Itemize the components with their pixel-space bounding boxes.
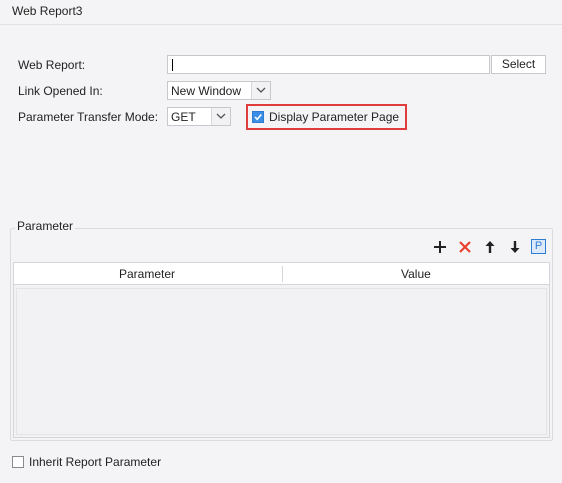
transfer-mode-label: Parameter Transfer Mode: <box>18 110 159 124</box>
web-report-dialog: Web Report3 Web Report: Select Link Open… <box>0 0 562 483</box>
add-icon[interactable] <box>432 239 448 255</box>
chevron-down-icon[interactable] <box>251 82 270 99</box>
inherit-param-checkbox[interactable] <box>12 456 24 468</box>
chevron-down-icon[interactable] <box>211 108 230 125</box>
display-param-highlight: Display Parameter Page <box>246 104 407 130</box>
link-opened-value: New Window <box>171 84 242 98</box>
window-title: Web Report3 <box>12 4 83 18</box>
web-report-label: Web Report: <box>18 58 86 72</box>
web-report-input[interactable] <box>167 55 490 74</box>
move-down-icon[interactable] <box>507 239 523 255</box>
check-icon <box>254 113 262 121</box>
link-opened-label: Link Opened In: <box>18 84 103 98</box>
column-divider[interactable] <box>282 266 283 282</box>
display-param-checkbox[interactable] <box>252 111 264 123</box>
delete-icon[interactable] <box>457 239 473 255</box>
parameter-icon[interactable]: P <box>531 239 546 254</box>
transfer-mode-combo[interactable]: GET <box>167 107 231 126</box>
parameter-table: Parameter Value <box>13 262 550 438</box>
inherit-param-label[interactable]: Inherit Report Parameter <box>29 455 161 469</box>
text-caret <box>172 59 173 71</box>
table-body[interactable] <box>16 288 547 435</box>
move-up-icon[interactable] <box>482 239 498 255</box>
table-header: Parameter Value <box>14 263 549 285</box>
link-opened-combo[interactable]: New Window <box>167 81 271 100</box>
title-bar: Web Report3 <box>0 0 562 25</box>
transfer-mode-value: GET <box>171 110 196 124</box>
select-button[interactable]: Select <box>491 55 546 74</box>
column-header-value[interactable]: Value <box>401 267 431 281</box>
display-param-label[interactable]: Display Parameter Page <box>269 110 399 124</box>
column-header-parameter[interactable]: Parameter <box>119 267 175 281</box>
parameter-group-title: Parameter <box>15 219 76 233</box>
